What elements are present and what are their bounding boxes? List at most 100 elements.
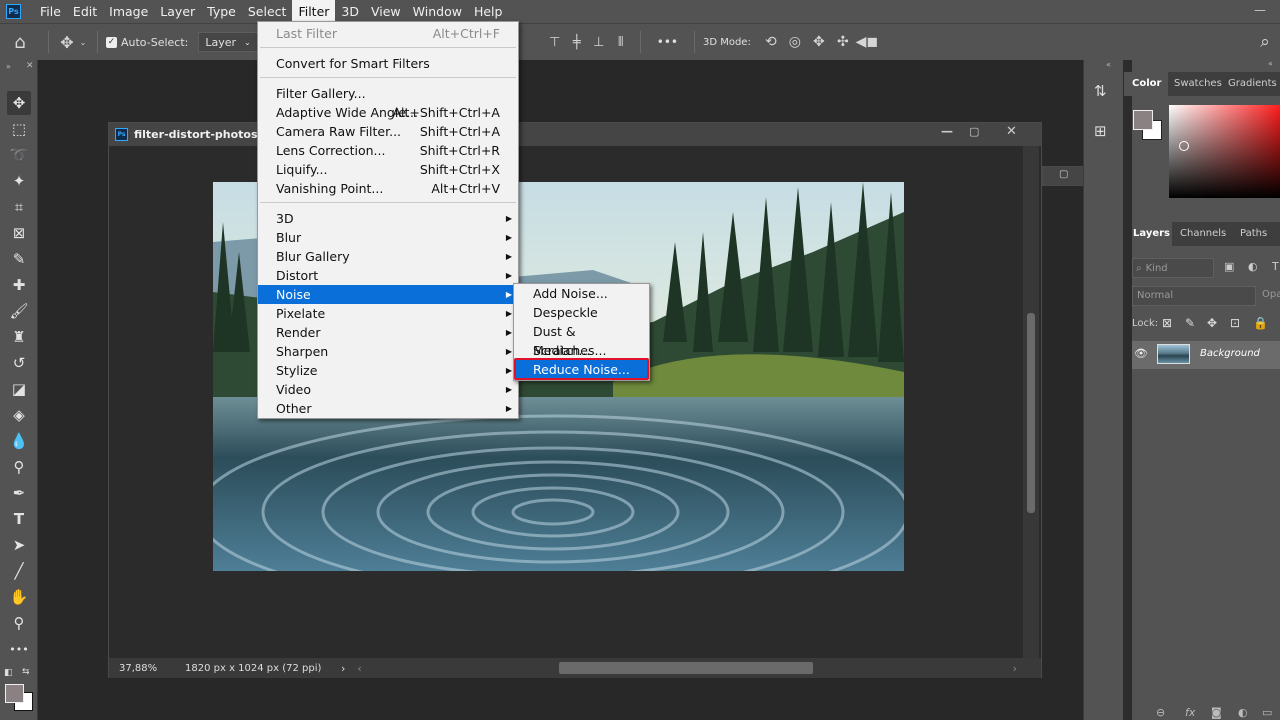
history-panel-icon[interactable]: ⇅ bbox=[1094, 82, 1107, 100]
zoom-level[interactable]: 37,88% bbox=[119, 663, 177, 674]
menu-type[interactable]: Type bbox=[201, 0, 242, 23]
type-filter-icon[interactable]: T bbox=[1272, 260, 1279, 273]
menu-item-camera-raw-filter[interactable]: Camera Raw Filter... Shift+Ctrl+A bbox=[258, 122, 518, 141]
3d-slide-icon[interactable]: ✣ bbox=[831, 34, 855, 50]
tab-gradients[interactable]: Gradients bbox=[1228, 72, 1277, 96]
layer-style-icon[interactable]: fx bbox=[1185, 706, 1195, 719]
collapse-panel-icon[interactable]: « bbox=[1268, 59, 1273, 68]
history-brush-tool-icon[interactable]: ↺ bbox=[7, 351, 31, 375]
healing-brush-tool-icon[interactable]: ✚ bbox=[7, 273, 31, 297]
frame-tool-icon[interactable]: ⊠ bbox=[7, 221, 31, 245]
menu-item-other[interactable]: Other ▶ bbox=[258, 399, 518, 418]
tab-layers[interactable]: Layers bbox=[1132, 222, 1172, 246]
blend-mode-dropdown[interactable]: Normal bbox=[1132, 286, 1256, 306]
menu-image[interactable]: Image bbox=[103, 0, 154, 23]
zoom-tool-icon[interactable]: ⚲ bbox=[7, 611, 31, 635]
line-tool-icon[interactable]: ╱ bbox=[7, 559, 31, 583]
tab-color[interactable]: Color bbox=[1124, 72, 1168, 96]
clone-stamp-tool-icon[interactable]: ♜ bbox=[7, 325, 31, 349]
menu-item-adaptive-wide-angle[interactable]: Adaptive Wide Angle... Alt+Shift+Ctrl+A bbox=[258, 103, 518, 122]
maximize-icon[interactable]: ▢ bbox=[969, 125, 979, 138]
lock-pixels-icon[interactable]: ✎ bbox=[1185, 316, 1195, 330]
eyedropper-tool-icon[interactable]: ✎ bbox=[7, 247, 31, 271]
menu-item-convert-smart-filters[interactable]: Convert for Smart Filters bbox=[258, 54, 518, 73]
image-filter-icon[interactable]: ▣ bbox=[1224, 260, 1234, 273]
visibility-eye-icon[interactable]: 👁 bbox=[1134, 347, 1148, 360]
magic-wand-tool-icon[interactable]: ✦ bbox=[7, 169, 31, 193]
home-icon[interactable]: ⌂ bbox=[0, 32, 40, 53]
path-selection-tool-icon[interactable]: ➤ bbox=[7, 533, 31, 557]
adjustment-filter-icon[interactable]: ◐ bbox=[1248, 260, 1258, 273]
crop-tool-icon[interactable]: ⌗ bbox=[7, 195, 31, 219]
scroll-left-icon[interactable]: ‹ bbox=[357, 662, 361, 675]
maximize-icon[interactable]: ▢ bbox=[1059, 169, 1068, 180]
menu-item-despeckle[interactable]: Despeckle bbox=[514, 303, 649, 322]
lock-artboard-icon[interactable]: ⊡ bbox=[1230, 316, 1240, 330]
blur-tool-icon[interactable]: 💧 bbox=[7, 429, 31, 453]
collapse-panel-icon[interactable]: » bbox=[6, 62, 11, 71]
color-picker-field[interactable] bbox=[1169, 105, 1280, 198]
lasso-tool-icon[interactable]: ➰ bbox=[7, 143, 31, 167]
close-icon[interactable]: ✕ bbox=[1006, 124, 1017, 139]
align-bottom-icon[interactable]: ⊥ bbox=[588, 35, 610, 50]
eraser-tool-icon[interactable]: ◪ bbox=[7, 377, 31, 401]
pen-tool-icon[interactable]: ✒ bbox=[7, 481, 31, 505]
hand-tool-icon[interactable]: ✋ bbox=[7, 585, 31, 609]
lock-transparency-icon[interactable]: ⊠ bbox=[1162, 316, 1172, 330]
3d-scale-icon[interactable]: ◀◼ bbox=[855, 34, 879, 50]
menu-help[interactable]: Help bbox=[468, 0, 509, 23]
menu-select[interactable]: Select bbox=[242, 0, 293, 23]
menu-item-add-noise[interactable]: Add Noise... bbox=[514, 284, 649, 303]
more-options-button[interactable]: ••• bbox=[657, 35, 678, 49]
align-vertical-center-icon[interactable]: ╪ bbox=[566, 35, 588, 50]
new-adjustment-icon[interactable]: ◐ bbox=[1238, 706, 1248, 719]
edit-toolbar-icon[interactable]: ••• bbox=[7, 637, 31, 661]
scroll-right-icon[interactable]: › bbox=[1013, 662, 1017, 675]
3d-orbit-icon[interactable]: ⟲ bbox=[759, 34, 783, 50]
paint-bucket-tool-icon[interactable]: ◈ bbox=[7, 403, 31, 427]
menu-item-noise[interactable]: Noise ▶ bbox=[258, 285, 518, 304]
vertical-scroll-thumb[interactable] bbox=[1027, 313, 1035, 513]
menu-item-distort[interactable]: Distort ▶ bbox=[258, 266, 518, 285]
properties-panel-icon[interactable]: ⊞ bbox=[1094, 122, 1107, 140]
brush-tool-icon[interactable]: 🖌 bbox=[7, 299, 31, 323]
tab-channels[interactable]: Channels bbox=[1180, 222, 1226, 246]
menu-item-dust-scratches[interactable]: Dust & Scratches... bbox=[514, 322, 649, 358]
color-panel-foreground-swatch[interactable] bbox=[1133, 110, 1153, 130]
3d-pan-icon[interactable]: ✥ bbox=[807, 34, 831, 50]
menu-item-blur-gallery[interactable]: Blur Gallery ▶ bbox=[258, 247, 518, 266]
menu-filter[interactable]: Filter bbox=[292, 0, 336, 23]
add-mask-icon[interactable]: ◙ bbox=[1211, 706, 1222, 719]
distribute-icon[interactable]: ⫴ bbox=[610, 35, 632, 50]
foreground-color-swatch[interactable] bbox=[5, 684, 24, 703]
new-group-icon[interactable]: ▭ bbox=[1262, 706, 1272, 719]
lock-all-icon[interactable]: 🔒 bbox=[1253, 316, 1268, 330]
default-colors-icon[interactable]: ◧ bbox=[4, 668, 13, 678]
move-tool-icon[interactable]: ✥ bbox=[57, 33, 77, 52]
menu-item-stylize[interactable]: Stylize ▶ bbox=[258, 361, 518, 380]
layer-filter-kind[interactable]: ⌕ Kind bbox=[1132, 258, 1214, 278]
menu-layer[interactable]: Layer bbox=[154, 0, 201, 23]
menu-file[interactable]: File bbox=[34, 0, 67, 23]
menu-3d[interactable]: 3D bbox=[335, 0, 365, 23]
menu-item-blur[interactable]: Blur ▶ bbox=[258, 228, 518, 247]
type-tool-icon[interactable]: T bbox=[7, 507, 31, 531]
dodge-tool-icon[interactable]: ⚲ bbox=[7, 455, 31, 479]
chevron-down-icon[interactable]: ⌄ bbox=[77, 38, 89, 47]
swap-colors-icon[interactable]: ⇆ bbox=[22, 667, 30, 677]
link-layers-icon[interactable]: ⊖ bbox=[1156, 706, 1165, 719]
menu-item-pixelate[interactable]: Pixelate ▶ bbox=[258, 304, 518, 323]
menu-item-lens-correction[interactable]: Lens Correction... Shift+Ctrl+R bbox=[258, 141, 518, 160]
3d-roll-icon[interactable]: ◎ bbox=[783, 34, 807, 50]
expand-panels-icon[interactable]: « bbox=[1106, 60, 1111, 69]
tab-paths[interactable]: Paths bbox=[1240, 222, 1267, 246]
horizontal-scroll-thumb[interactable] bbox=[559, 662, 813, 674]
menu-item-sharpen[interactable]: Sharpen ▶ bbox=[258, 342, 518, 361]
lock-position-icon[interactable]: ✥ bbox=[1207, 316, 1217, 330]
menu-item-video[interactable]: Video ▶ bbox=[258, 380, 518, 399]
menu-window[interactable]: Window bbox=[407, 0, 468, 23]
menu-item-render[interactable]: Render ▶ bbox=[258, 323, 518, 342]
layer-name[interactable]: Background bbox=[1200, 348, 1260, 359]
menu-item-3d[interactable]: 3D ▶ bbox=[258, 209, 518, 228]
menu-edit[interactable]: Edit bbox=[67, 0, 103, 23]
